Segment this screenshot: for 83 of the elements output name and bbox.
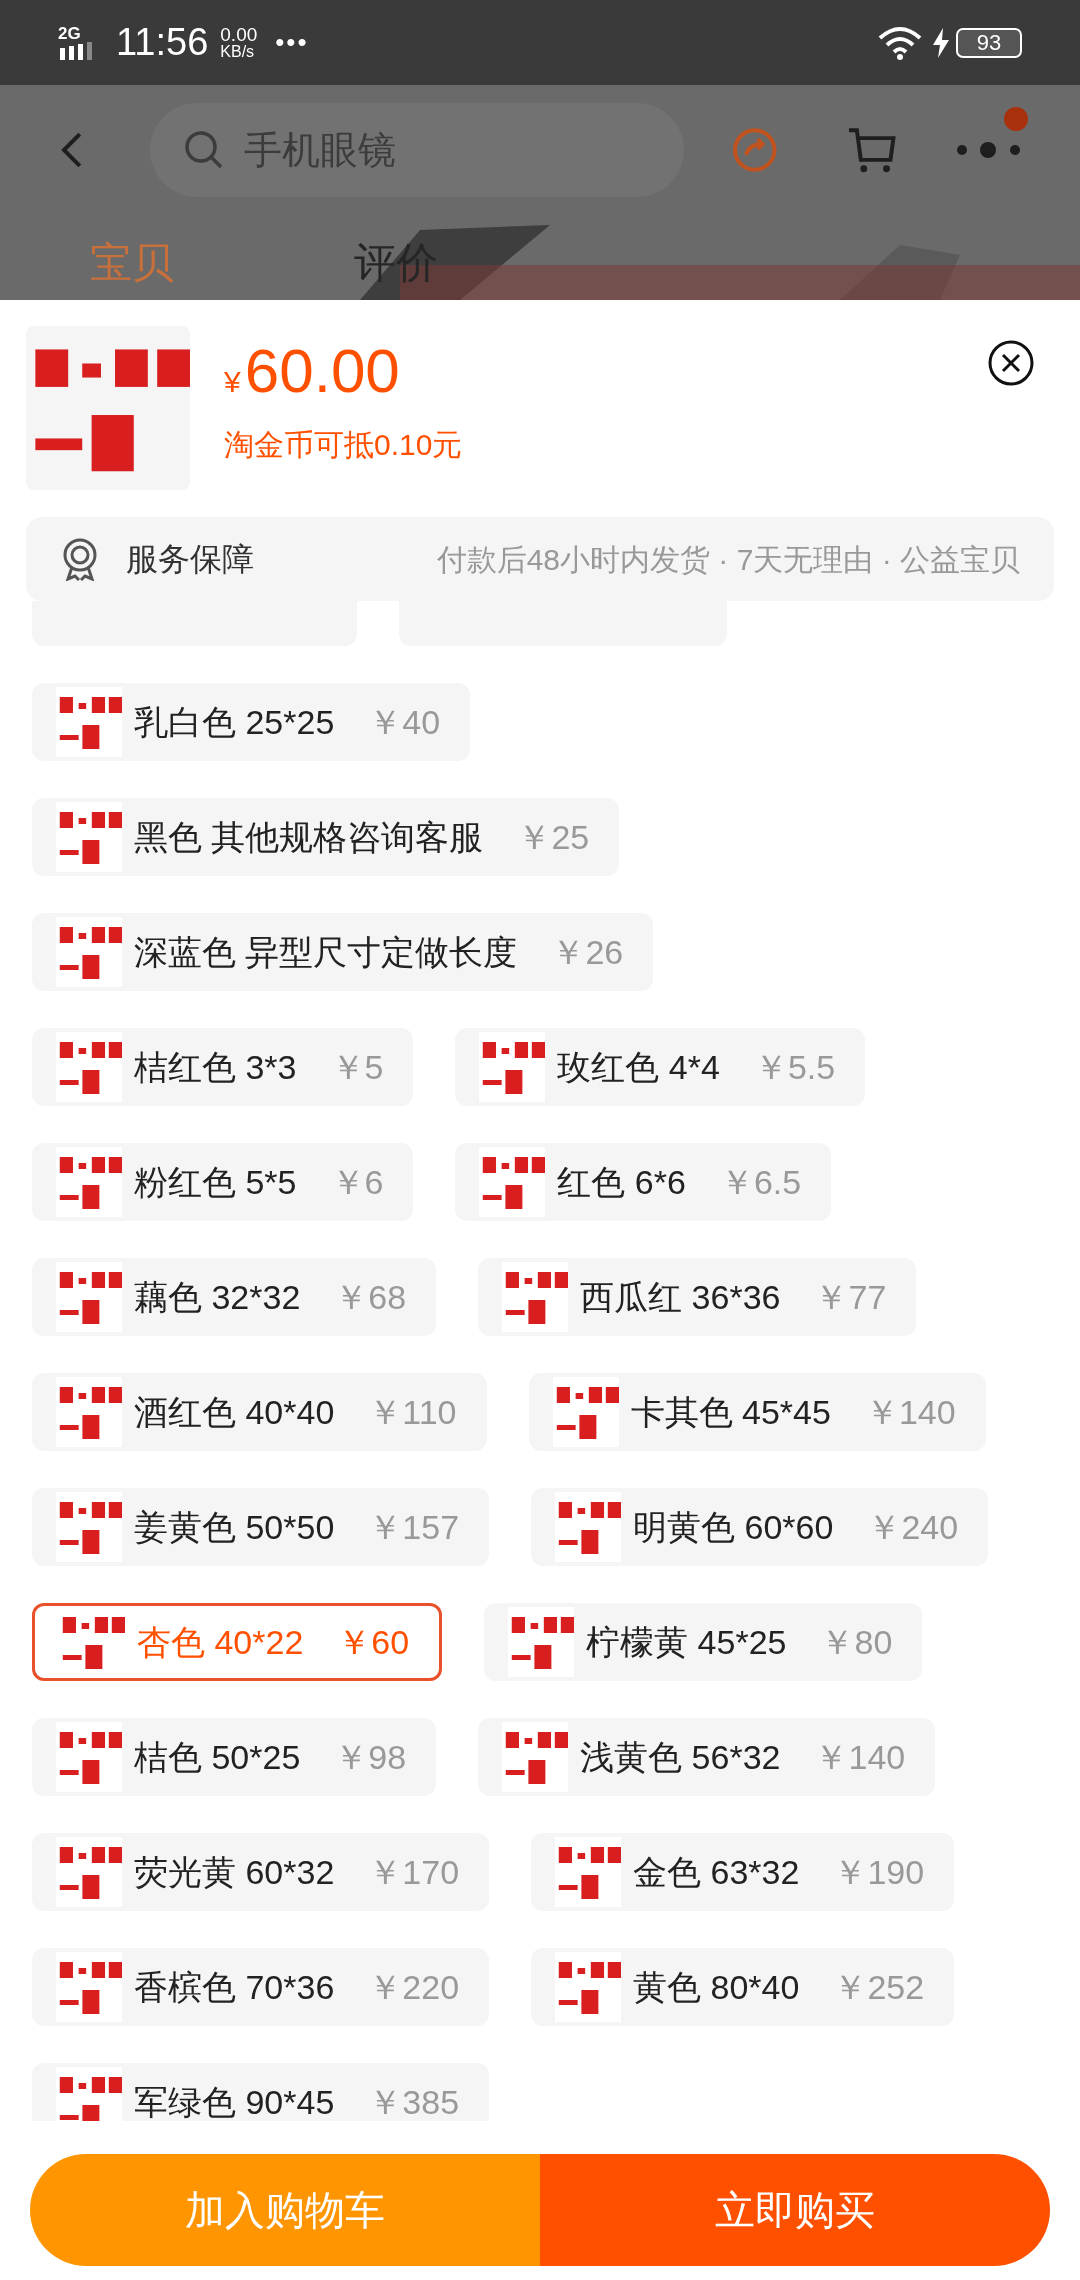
option-label: 军绿色 90*45 [134,2081,335,2121]
option-price: ￥110 [368,1391,457,1433]
option-label: 明黄色 60*60 [633,1506,834,1548]
option-chip[interactable]: 军绿色 90*45 ￥385 [32,2063,490,2121]
option-chip[interactable]: 玫红色 4*4 ￥5.5 [455,1028,866,1106]
option-label: 桔红色 3*3 [134,1046,297,1088]
option-price: ￥240 [867,1506,959,1548]
option-label: 粉红色 5*5 [134,1161,297,1203]
option-label: 卡其色 45*45 [630,1391,831,1433]
option-chip[interactable]: 红色 6*6 ￥6.5 [455,1143,832,1221]
option-price: ￥40 [368,701,441,743]
service-bar[interactable]: 服务保障 付款后48小时内发货 · 7天无理由 · 公益宝贝 [26,517,1054,601]
option-chip[interactable]: 乳白色 25*25 ￥40 [32,683,471,761]
option-chip[interactable]: 黑色 其他规格咨询客服 ￥25 [32,798,620,876]
option-price: ￥140 [864,1391,956,1433]
option-label: 金色 63*32 [633,1851,800,1893]
option-price: ￥6 [330,1161,384,1203]
option-label: 浅黄色 56*32 [580,1736,781,1778]
option-label: 香槟色 70*36 [134,1966,335,2008]
close-icon[interactable] [988,340,1034,386]
clock: 11:56 [116,20,209,65]
option-label: 姜黄色 50*50 [134,1506,335,1548]
option-label: 玫红色 4*4 [557,1046,720,1088]
option-price: ￥170 [368,1851,460,1893]
option-chip[interactable]: 卡其色 45*45 ￥140 [528,1373,986,1451]
option-label: 黄色 80*40 [633,1966,800,2008]
option-chip[interactable]: 黄色 80*40 ￥252 [531,1948,955,2026]
option-label: 红色 6*6 [557,1161,686,1203]
option-price: ￥25 [517,816,590,858]
option-chip[interactable]: 姜黄色 50*50 ￥157 [32,1488,490,1566]
option-chip[interactable]: 荧光黄 60*32 ￥170 [32,1833,490,1911]
option-label: 酒红色 40*40 [134,1391,335,1433]
option-price: ￥5 [330,1046,384,1088]
option-price: ￥385 [368,2081,460,2121]
option-label: 藕色 32*32 [134,1276,301,1318]
coin-discount: 淘金币可抵0.10元 [224,427,463,463]
option-price: ￥5.5 [753,1046,836,1088]
option-label: 深蓝色 异型尺寸定做长度 [134,931,518,973]
option-chip[interactable]: 藕色 32*32 ￥68 [32,1258,437,1336]
more-indicator: ••• [275,26,309,59]
option-label: 荧光黄 60*32 [134,1851,335,1893]
charging-icon [932,27,950,58]
option-price: ￥26 [551,931,624,973]
option-price: ￥98 [334,1736,407,1778]
option-chip[interactable]: 粉红色 5*5 ￥6 [32,1143,414,1221]
option-price: ￥68 [334,1276,407,1318]
option-label: 柠檬黄 45*25 [586,1621,787,1663]
option-price: ￥252 [833,1966,925,2008]
option-chip[interactable]: 香槟色 70*36 ￥220 [32,1948,490,2026]
option-price: ￥140 [814,1736,906,1778]
currency-symbol: ¥ [224,364,241,400]
option-chip[interactable]: 桔红色 3*3 ￥5 [32,1028,414,1106]
wifi-icon [878,25,922,60]
option-price: ￥220 [368,1966,460,2008]
search-icon [183,130,224,170]
option-chip[interactable]: 金色 63*32 ￥190 [531,1833,955,1911]
price: 60.00 [244,340,400,402]
option-chip[interactable]: 柠檬黄 45*25 ￥80 [484,1603,923,1681]
option-price: ￥6.5 [719,1161,802,1203]
option-price: ￥60 [337,1621,410,1663]
option-price: ￥77 [814,1276,887,1318]
network-type: 2G [58,25,81,42]
option-label: 桔色 50*25 [134,1736,301,1778]
option-label: 杏色 40*22 [137,1621,304,1663]
option-price: ￥80 [820,1621,893,1663]
option-chip[interactable]: 桔色 50*25 ￥98 [32,1718,437,1796]
option-chip[interactable]: 明黄色 60*60 ￥240 [531,1488,989,1566]
back-icon[interactable] [60,130,84,170]
option-chip[interactable]: 浅黄色 56*32 ￥140 [478,1718,936,1796]
cart-icon[interactable] [847,126,897,174]
option-chip[interactable]: 西瓜红 36*36 ￥77 [478,1258,917,1336]
option-label: 西瓜红 36*36 [580,1276,781,1318]
option-label: 乳白色 25*25 [134,701,335,743]
option-price: ￥157 [368,1506,460,1548]
option-chip[interactable]: 酒红色 40*40 ￥110 [32,1373,487,1451]
battery-icon: 93 [956,27,1022,58]
service-detail: 付款后48小时内发货 · 7天无理由 · 公益宝贝 [436,541,1020,578]
option-price: ￥190 [833,1851,925,1893]
service-label: 服务保障 [126,540,254,579]
speed-value: 0.00 [220,25,258,44]
speed-unit: KB/s [220,44,256,60]
option-label: 黑色 其他规格咨询客服 [134,816,484,858]
option-chip[interactable]: 深蓝色 异型尺寸定做长度 ￥26 [32,913,654,991]
